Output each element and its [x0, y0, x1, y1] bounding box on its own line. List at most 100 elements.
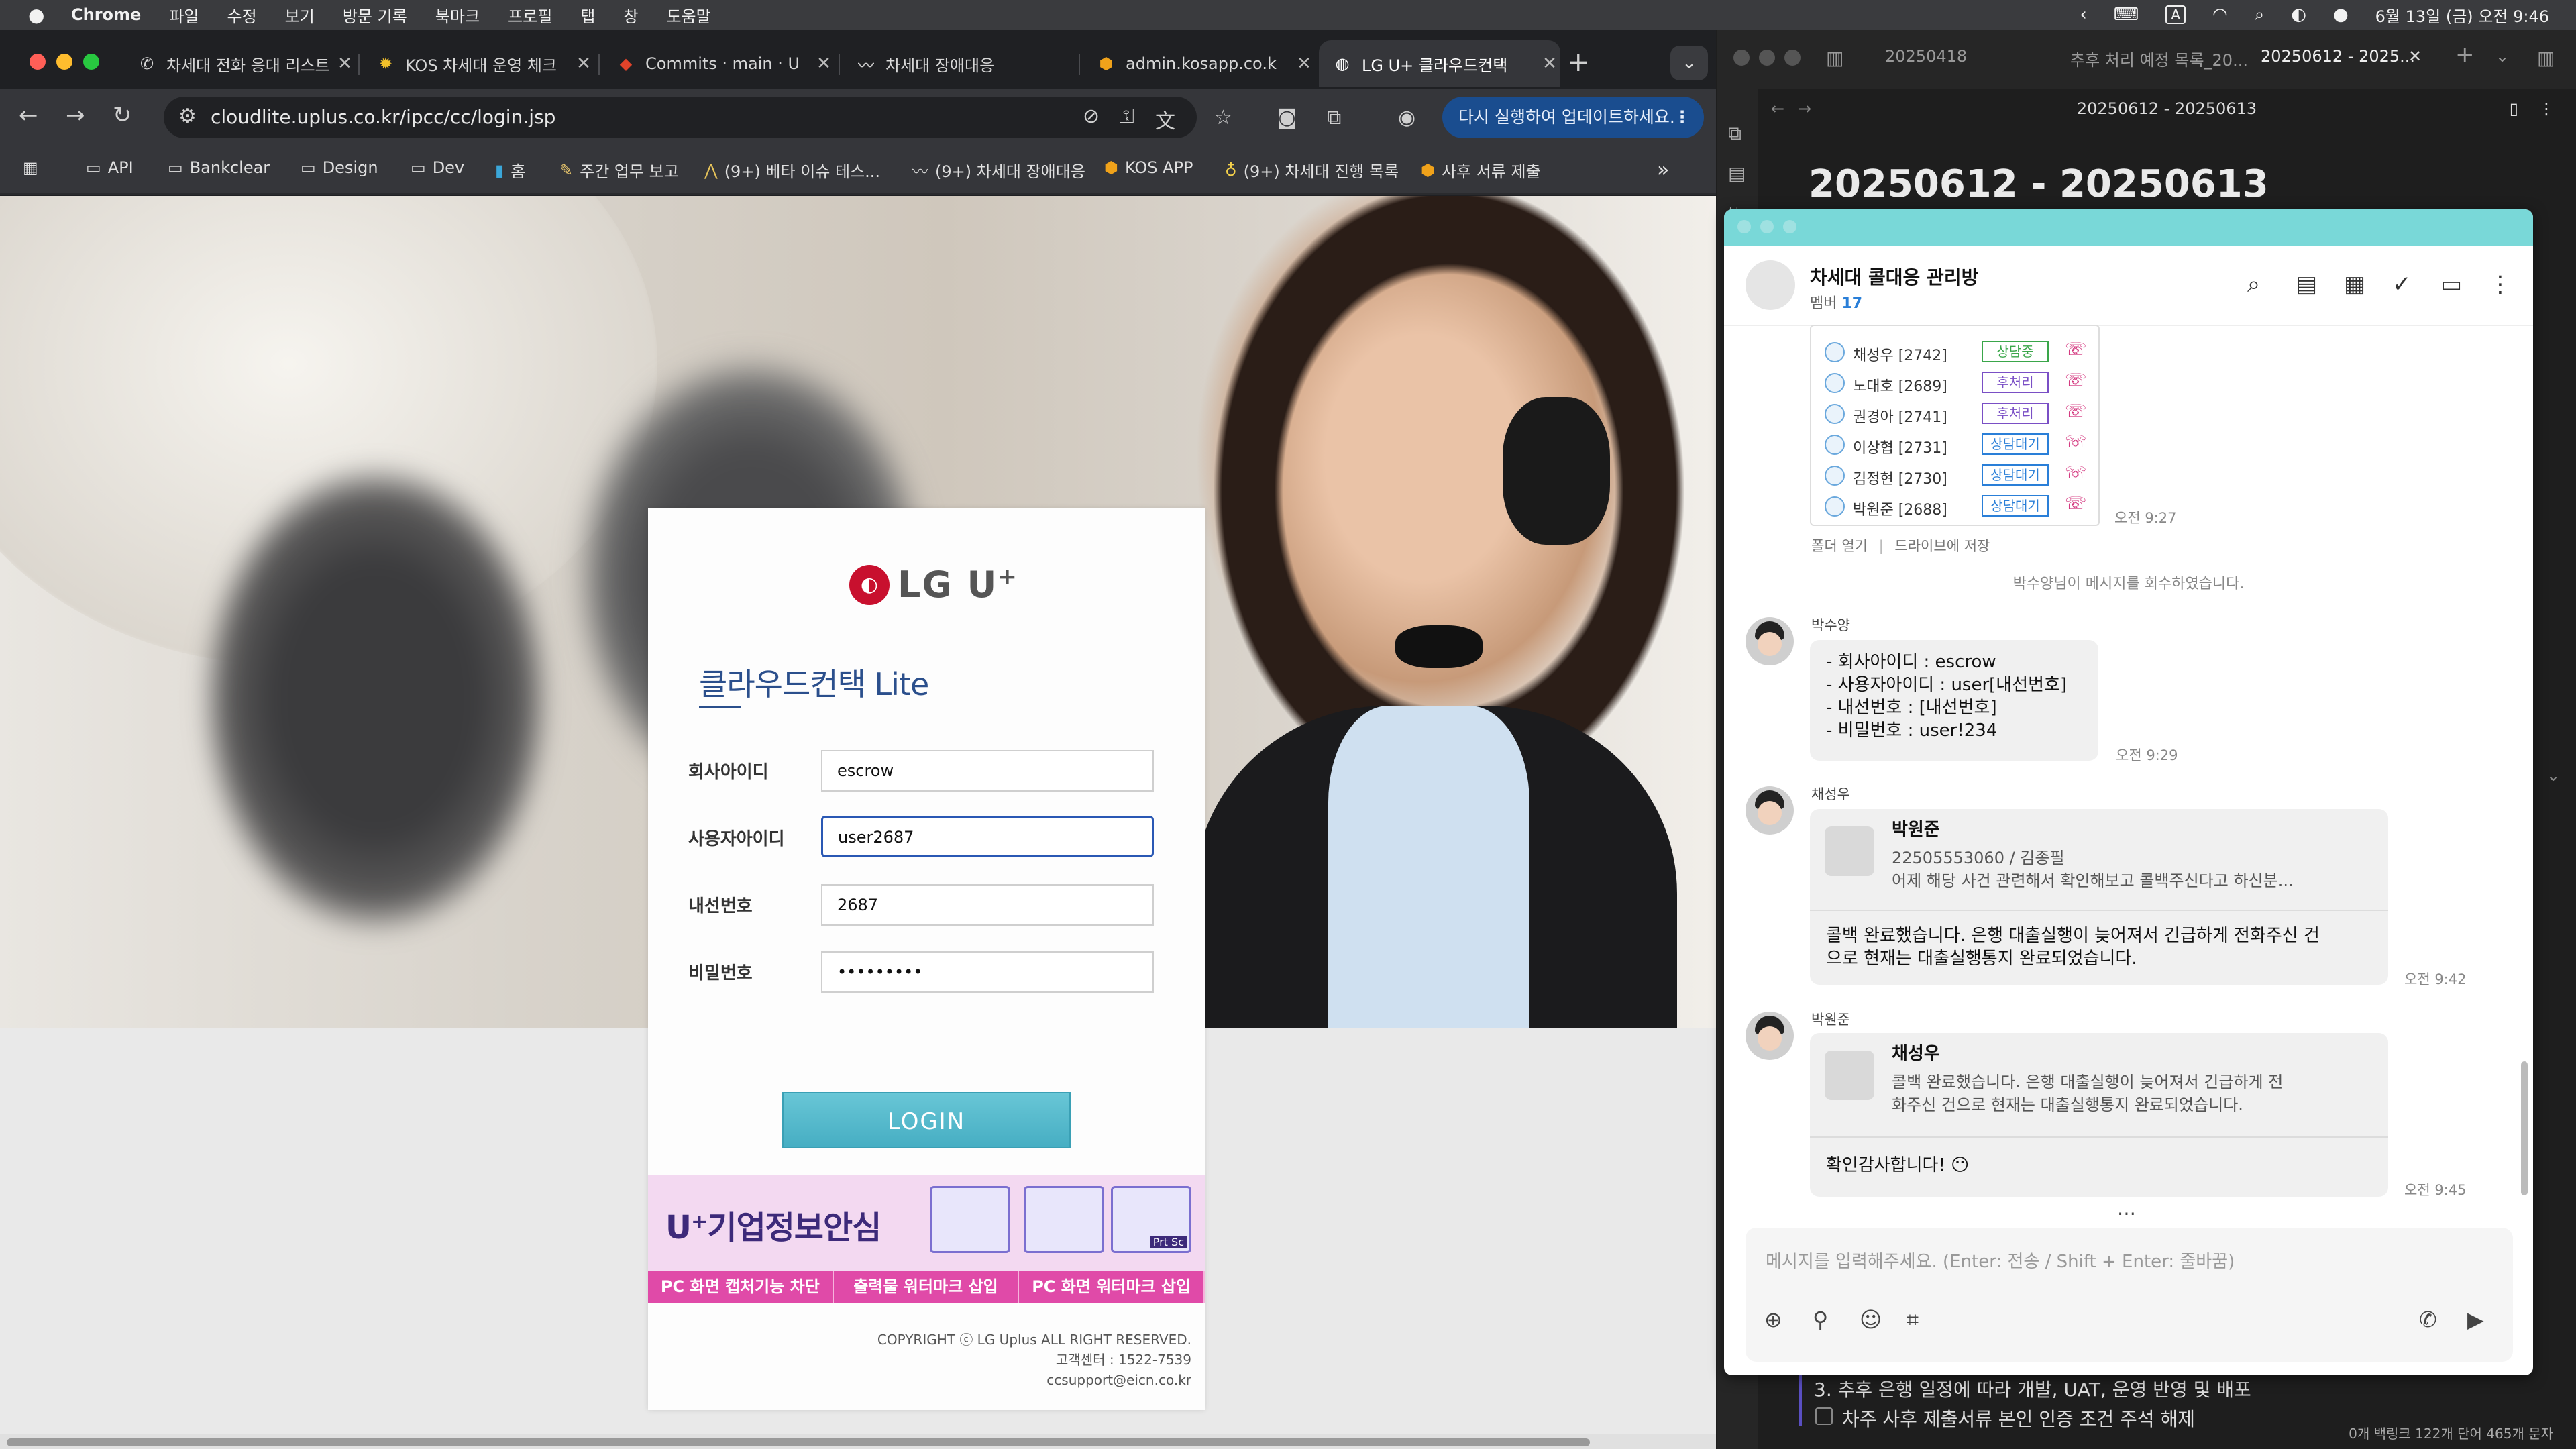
menu-help[interactable]: 도움말	[666, 3, 710, 27]
bookmark-star-icon[interactable]: ☆	[1214, 106, 1232, 129]
bookmark-bankclear[interactable]: ▭ Bankclear	[168, 158, 270, 177]
member-count[interactable]: 멤버 17	[1810, 291, 1862, 313]
reading-view-icon[interactable]: ▯	[2510, 89, 2518, 129]
password-input[interactable]: •••••••••	[821, 951, 1154, 993]
forward-arrow-icon[interactable]: →	[1798, 89, 1811, 129]
calendar-icon[interactable]: ▦	[2344, 271, 2365, 298]
more-options-icon[interactable]: ⋮	[2538, 89, 2555, 129]
quoted-message[interactable]: 채성우 콜백 완료했습니다. 은행 대출실행이 늦어져서 긴급하게 전 화주신 …	[1810, 1033, 2388, 1138]
menu-window[interactable]: 창	[623, 3, 638, 27]
minimize-window-icon[interactable]	[1760, 220, 1774, 233]
notes-tab-active[interactable]: 20250612 - 2025...	[2261, 47, 2415, 66]
menu-edit[interactable]: 수정	[227, 3, 256, 27]
control-center-icon[interactable]: ◐	[2291, 5, 2306, 25]
zoom-window-icon[interactable]	[1783, 220, 1796, 233]
menu-view[interactable]: 보기	[285, 3, 315, 27]
key-icon[interactable]: ⚿	[1119, 105, 1134, 128]
close-tab-icon[interactable]: ✕	[334, 54, 356, 74]
screenshot-camera-icon[interactable]: ◙	[1277, 106, 1297, 129]
keyboard-icon[interactable]: ⌨	[2114, 5, 2139, 25]
chat-scrollbar[interactable]	[2521, 1061, 2528, 1195]
more-options-icon[interactable]: ⋮	[2489, 271, 2512, 298]
tab-admin-kosapp[interactable]: ⬢ admin.kosapp.co.k ✕	[1083, 40, 1315, 87]
close-window-icon[interactable]	[1737, 220, 1751, 233]
more-dots-icon[interactable]: ⋯	[2117, 1202, 2136, 1224]
close-window-icon[interactable]	[1733, 50, 1750, 66]
login-button[interactable]: LOGIN	[782, 1092, 1071, 1148]
reply-bubble[interactable]: 채성우 콜백 완료했습니다. 은행 대출실행이 늦어져서 긴급하게 전 화주신 …	[1810, 1033, 2388, 1197]
notes-tab-todo[interactable]: 추후 처리 예정 목록_20...	[2070, 47, 2248, 70]
folder-icon[interactable]: ▭	[2440, 271, 2462, 298]
todo-check-icon[interactable]: ✓	[2392, 271, 2412, 298]
avatar[interactable]	[1746, 1012, 1794, 1060]
close-tab-icon[interactable]: ✕	[1293, 54, 1315, 74]
chevron-left-icon[interactable]: ‹	[2080, 5, 2086, 25]
forward-arrow-icon[interactable]: →	[66, 102, 85, 129]
reload-icon[interactable]: ↻	[113, 102, 132, 129]
minimize-window-icon[interactable]	[56, 54, 72, 70]
menu-tab[interactable]: 탭	[580, 3, 595, 27]
voice-call-phone-icon[interactable]: ✆	[2419, 1307, 2437, 1332]
profile-icon[interactable]: ◉	[1398, 106, 1415, 129]
bookmark-kos-app[interactable]: ⬢ KOS APP	[1104, 158, 1193, 177]
extensions-puzzle-icon[interactable]: ⧉	[1327, 106, 1341, 129]
tab-incident[interactable]: 〰 차세대 장애대응	[843, 40, 1075, 87]
bookmark-progress-list[interactable]: ♁ (9+) 차세대 진행 목록	[1225, 158, 1399, 182]
bookmark-beta-issues[interactable]: ⋀ (9+) 베타 이슈 테스...	[704, 158, 880, 182]
site-info-icon[interactable]: ⚙	[178, 105, 197, 128]
input-source-icon[interactable]: A	[2165, 5, 2186, 24]
back-arrow-icon[interactable]: ←	[19, 102, 38, 129]
address-bar[interactable]: ⚙ cloudlite.uplus.co.kr/ipcc/cc/login.js…	[164, 97, 1197, 138]
right-sidebar-toggle-icon[interactable]: ▥	[2537, 47, 2555, 69]
search-icon[interactable]: ⌕	[2255, 5, 2265, 25]
menu-file[interactable]: 파일	[169, 3, 199, 27]
note-heading[interactable]: 20250612 - 20250613	[1809, 162, 2269, 206]
close-tab-icon[interactable]: ✕	[573, 54, 594, 74]
menu-profile[interactable]: 프로필	[508, 3, 552, 27]
tab-search-chevron-icon[interactable]: ⌄	[1670, 46, 1708, 80]
scrollbar-thumb[interactable]	[7, 1438, 1590, 1446]
bookmark-post-docs[interactable]: ⬢ 사후 서류 제출	[1421, 158, 1541, 182]
checkbox[interactable]	[1815, 1407, 1833, 1425]
user-id-input[interactable]: user2687	[821, 816, 1154, 857]
bookmark-home[interactable]: ▮ 홈	[495, 158, 525, 182]
relaunch-update-button[interactable]: 다시 실행하여 업데이트하세요. ⋮	[1442, 97, 1704, 138]
avatar[interactable]	[1746, 786, 1794, 835]
translate-icon[interactable]: 文	[1155, 105, 1175, 134]
save-to-drive-link[interactable]: 드라이브에 저장	[1894, 538, 1990, 554]
zoom-window-icon[interactable]	[1784, 50, 1801, 66]
menu-history[interactable]: 방문 기록	[343, 3, 407, 27]
notes-tab-20250418[interactable]: 20250418	[1885, 47, 1967, 66]
presence-screenshot-image[interactable]: 채성우 [2742] 상담중 ☏ 노대호 [2689] 후처리 ☏ 권경아 [2741]…	[1810, 325, 2100, 526]
message-bubble[interactable]: - 회사아이디 : escrow - 사용자아이디 : user[내선번호] -…	[1810, 640, 2098, 761]
extension-input[interactable]: 2687	[821, 884, 1154, 926]
board-icon[interactable]: ▤	[2296, 271, 2317, 298]
horizontal-scrollbar[interactable]	[0, 1434, 1716, 1449]
message-input-placeholder[interactable]: 메시지를 입력해주세요. (Enter: 전송 / Shift + Enter:…	[1766, 1248, 2235, 1273]
close-tab-icon[interactable]: ✕	[2408, 47, 2422, 66]
bookmark-api[interactable]: ▭ API	[86, 158, 133, 177]
reply-bubble[interactable]: 박원준 22505553060 / 김종필 어제 해당 사건 관련해서 확인해보…	[1810, 809, 2388, 985]
camera-off-icon[interactable]: ⊘	[1083, 105, 1099, 128]
apple-menu-icon[interactable]: ●	[28, 4, 50, 26]
search-icon[interactable]: ⌕	[2247, 271, 2260, 298]
sidebar-toggle-icon[interactable]: ▥	[1826, 47, 1843, 69]
company-id-input[interactable]: escrow	[821, 750, 1154, 792]
chrome-menu-kebab-icon[interactable]: ⋮	[1674, 97, 1690, 138]
minimize-window-icon[interactable]	[1759, 50, 1775, 66]
calendar-icon[interactable]: ▤	[1728, 162, 1746, 184]
bookmark-incident[interactable]: 〰 (9+) 차세대 장애대응	[912, 158, 1085, 182]
open-folder-link[interactable]: 폴더 열기	[1811, 538, 1868, 554]
close-window-icon[interactable]	[30, 54, 46, 70]
new-tab-plus-icon[interactable]: +	[1567, 47, 1590, 78]
apps-grid-icon[interactable]: ▦	[23, 158, 38, 177]
screen-capture-crop-icon[interactable]: ⌗	[1907, 1307, 1919, 1333]
security-banner[interactable]: U⁺기업정보안심 Prt Sc PC 화면 캡처기능 차단 출력물 워터마크 삽…	[648, 1175, 1205, 1303]
back-arrow-icon[interactable]: ←	[1771, 89, 1784, 129]
close-tab-icon[interactable]: ✕	[1539, 54, 1560, 74]
tab-list-chevron-icon[interactable]: ⌄	[2496, 47, 2509, 66]
avatar[interactable]	[1746, 617, 1794, 665]
files-icon[interactable]: ⧉	[1728, 122, 1741, 145]
wifi-icon[interactable]: ◠	[2212, 5, 2228, 25]
tab-call-list[interactable]: ✆ 차세대 전화 응대 리스트 ✕	[123, 40, 356, 87]
